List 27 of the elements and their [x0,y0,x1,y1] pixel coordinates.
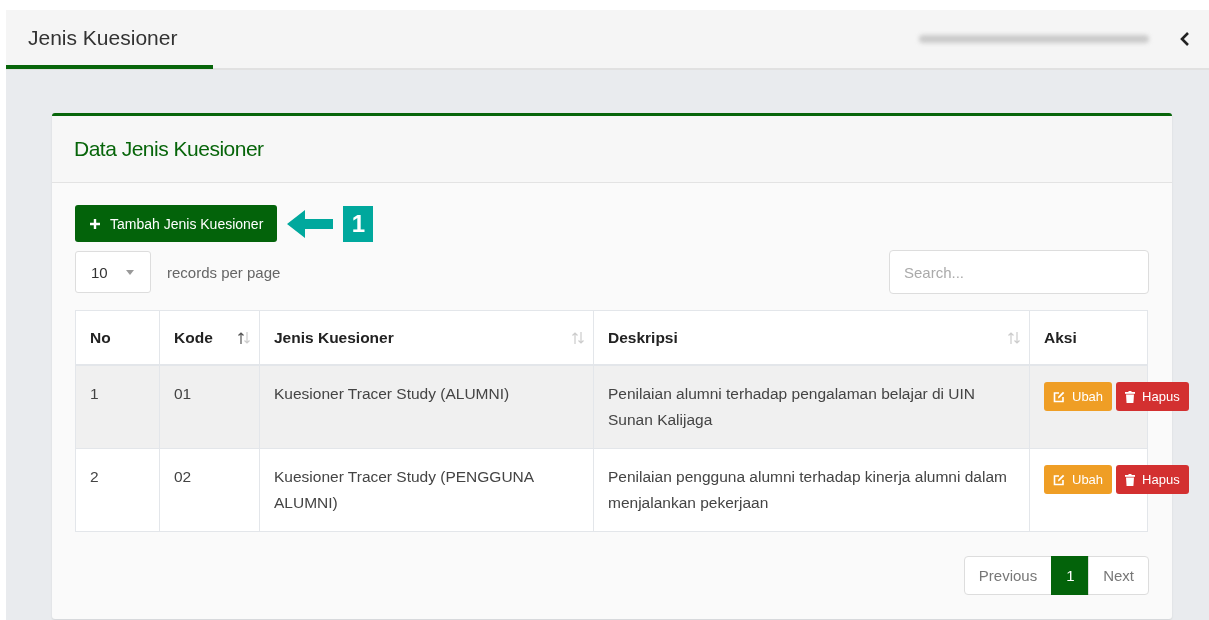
step-number: 1 [343,205,374,242]
next-button[interactable]: Next [1088,556,1149,595]
edit-icon [1053,473,1065,486]
delete-button[interactable]: Hapus [1116,382,1189,411]
table-cell: Kuesioner Tracer Study (ALUMNI) [259,365,594,449]
arrow-icon [287,207,334,240]
delete-button[interactable]: Hapus [1116,465,1189,494]
edit-icon [1053,390,1065,403]
panel-title: Data Jenis Kuesioner [74,137,264,161]
table-cell: Kuesioner Tracer Study (PENGGUNA ALUMNI) [259,448,594,532]
table-cell: 2 [75,448,160,532]
add-button[interactable]: Tambah Jenis Kuesioner [75,205,278,242]
table-cell: Penilaian pengguna alumni terhadap kinerja alumni dalam menjalankan pekerjaan [593,448,1030,532]
table-cell: 01 [159,365,260,449]
page-size-label: records per page [167,263,281,281]
page-button[interactable]: 1 [1051,556,1090,595]
caret-icon [126,269,134,275]
plus-icon [89,217,101,230]
table-cell: Penilaian alumni terhadap pengalaman belajar di UIN Sunan Kalijaga [593,365,1030,449]
table-cell: 02 [159,448,260,532]
search-field[interactable]: Search... [889,250,1149,294]
page-size-select[interactable]: 10 [75,251,151,293]
trash-icon [1125,473,1136,486]
previous-button[interactable]: Previous [963,556,1053,595]
table-cell: 1 [75,365,160,449]
collapse-icon[interactable] [1179,31,1191,47]
trash-icon [1125,390,1136,403]
